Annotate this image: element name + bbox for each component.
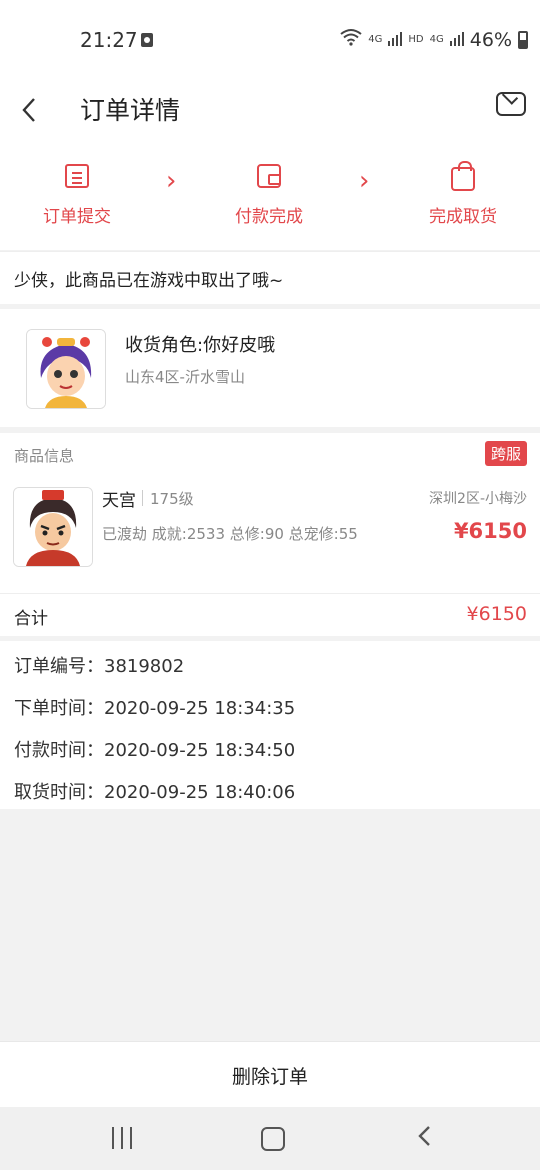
step-label: 付款完成	[235, 207, 303, 227]
order-progress: 订单提交 › 付款完成 › 完成取货	[0, 142, 540, 250]
app-header: 订单详情	[0, 80, 540, 143]
total-label: 合计	[14, 609, 48, 629]
pickup-notice: 少侠，此商品已在游戏中取出了哦~	[0, 251, 540, 304]
order-info: 订单编号：3819802 下单时间：2020-09-25 18:34:35 付款…	[0, 641, 540, 809]
status-right: 4G HD 4G 46%	[340, 28, 528, 51]
pickup-time: 取货时间：2020-09-25 18:40:06	[14, 782, 296, 803]
receiver-avatar	[26, 329, 106, 409]
goods-avatar	[13, 487, 93, 567]
goods-stats: 已渡劫 成就:2533 总修:90 总宠修:55	[102, 525, 358, 543]
order-doc-icon	[65, 164, 89, 188]
page-title: 订单详情	[80, 96, 181, 125]
order-time: 下单时间：2020-09-25 18:34:35	[14, 698, 296, 719]
home-button[interactable]	[261, 1127, 285, 1151]
divider	[142, 490, 143, 506]
bottom-action-bar: 删除订单	[0, 1041, 540, 1108]
system-back-button[interactable]	[416, 1121, 434, 1158]
signal-bars-icon	[388, 29, 403, 51]
goods-price: ¥6150	[453, 519, 527, 543]
total-row: 合计 ¥6150	[0, 593, 540, 636]
network-4g-label: 4G	[368, 33, 383, 45]
goods-section-title: 商品信息	[14, 447, 75, 465]
notice-text: 少侠，此商品已在游戏中取出了哦~	[14, 271, 284, 291]
network-4g-label-2: 4G	[429, 33, 444, 45]
payment-time: 付款时间：2020-09-25 18:34:50	[14, 740, 296, 761]
message-button[interactable]	[496, 92, 526, 116]
goods-level: 175级	[150, 490, 194, 508]
recents-button[interactable]	[112, 1127, 132, 1149]
cross-server-badge: 跨服	[484, 441, 527, 466]
battery-icon	[518, 30, 528, 49]
receiver-server: 山东4区-沂水雪山	[125, 368, 245, 386]
step-arrow-icon: ›	[166, 166, 177, 196]
delete-order-button[interactable]: 删除订单	[0, 1062, 540, 1089]
hd-label: HD	[408, 33, 424, 45]
goods-name: 天宫	[102, 491, 136, 511]
wifi-icon	[340, 28, 362, 51]
goods-zone: 深圳2区-小梅沙	[429, 491, 527, 507]
battery-percent: 46%	[469, 28, 512, 51]
step-pickup-complete: 完成取货	[408, 160, 518, 227]
total-amount: ¥6150	[466, 603, 527, 625]
step-label: 订单提交	[43, 207, 111, 227]
step-arrow-icon: ›	[359, 166, 370, 196]
recents-icon	[112, 1127, 114, 1149]
status-time: 21:27	[80, 28, 138, 52]
receiver-card: 收货角色:你好皮哦 山东4区-沂水雪山	[0, 309, 540, 427]
step-label: 完成取货	[429, 207, 497, 227]
goods-card: 商品信息 跨服 天宫 175级 深圳2区-小梅沙 已渡劫 成就:2533 总修:…	[0, 433, 540, 593]
system-nav-bar	[0, 1107, 540, 1170]
order-number: 订单编号：3819802	[14, 656, 185, 677]
step-order-submitted: 订单提交	[22, 160, 132, 227]
sim-status-icon	[141, 33, 153, 47]
chevron-left-icon	[22, 98, 35, 122]
signal-bars-icon-2	[449, 29, 464, 51]
step-payment-complete: 付款完成	[214, 160, 324, 227]
status-bar: 21:27 4G HD 4G 46%	[0, 0, 540, 80]
wallet-icon	[257, 164, 281, 188]
back-button[interactable]	[20, 88, 60, 132]
bag-icon	[451, 161, 475, 191]
receiver-role: 收货角色:你好皮哦	[125, 335, 276, 356]
back-chevron-icon	[418, 1126, 430, 1146]
